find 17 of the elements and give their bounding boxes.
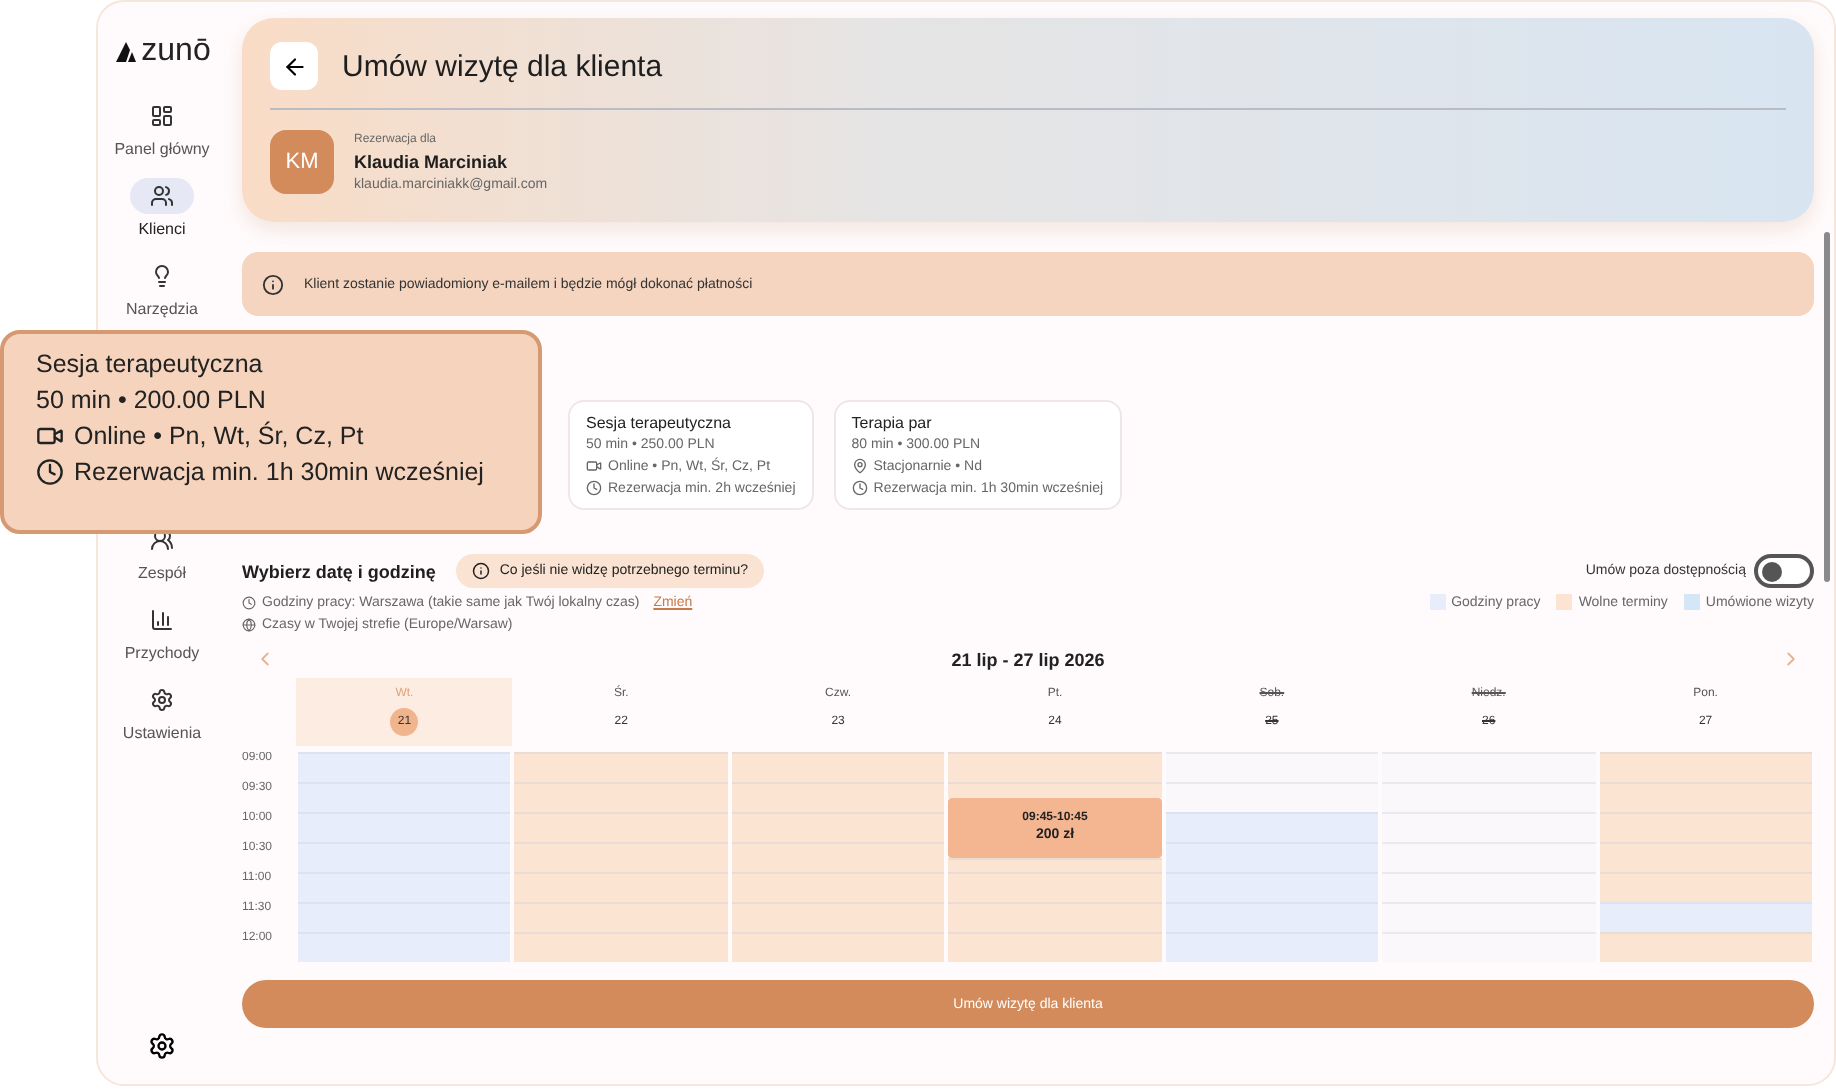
tooltip-notice: Rezerwacja min. 1h 30min wcześniej (74, 458, 484, 486)
sidebar-item[interactable]: Panel główny (114, 98, 210, 158)
client-avatar: KM (270, 130, 334, 194)
service-name: Terapia par (851, 414, 934, 432)
section-title: Wybierz datę i godzinę (242, 561, 436, 581)
page-title: Umów wizytę dla klienta (342, 49, 663, 83)
service-name: Sesja terapeutyczna (586, 414, 733, 432)
tooltip-price: 50 min • 200.00 PLN (36, 386, 266, 414)
sidebar-item[interactable]: Zespół (130, 522, 194, 582)
week-range: 21 lip - 27 lip 2026 (951, 649, 1105, 669)
tooltip-availability: Online • Pn, Wt, Śr, Cz, Pt (74, 422, 364, 450)
client-name: Klaudia Marciniak (354, 151, 510, 171)
sidebar-item[interactable]: Ustawienia (122, 682, 202, 742)
sidebar-item[interactable]: Narzędzia (125, 258, 198, 318)
tooltip-title: Sesja terapeutyczna (36, 350, 263, 378)
brand-name: zunō (141, 34, 211, 70)
sidebar-item[interactable]: Przychody (124, 602, 200, 662)
